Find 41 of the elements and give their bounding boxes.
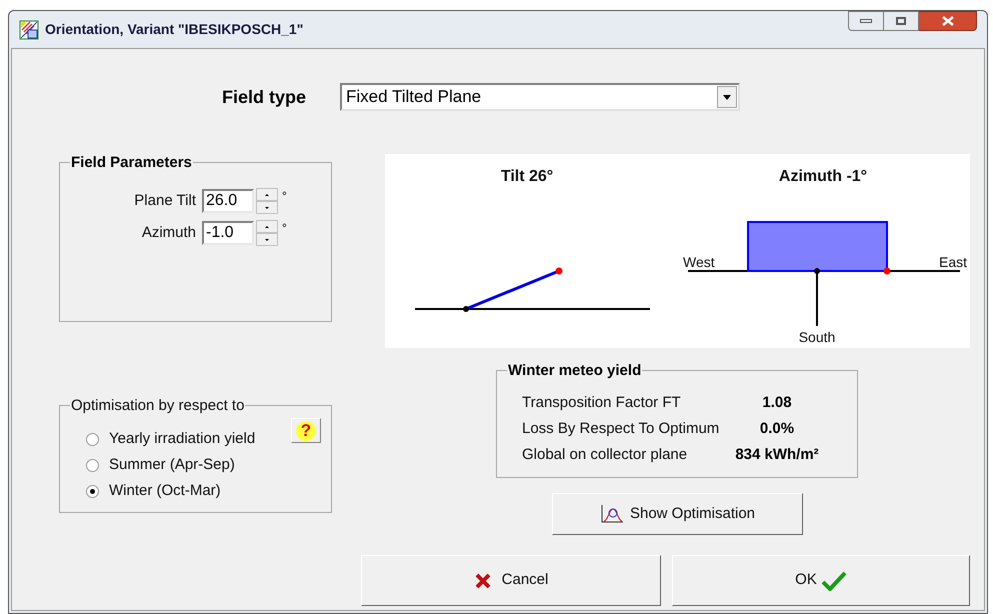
yield-label: Loss By Respect To Optimum: [522, 418, 720, 439]
radio-button[interactable]: [86, 432, 99, 446]
maximize-button[interactable]: [884, 11, 919, 31]
field-type-label: Field type: [222, 86, 308, 109]
degree-unit: °: [282, 188, 287, 205]
yield-label: Global on collector plane: [522, 444, 688, 465]
cancel-button[interactable]: Cancel: [361, 555, 661, 606]
param-label: Plane Tilt: [133, 190, 197, 211]
close-icon: [942, 16, 954, 26]
window-title: Orientation, Variant "IBESIKPOSCH_1": [45, 20, 304, 39]
cross-icon: [474, 572, 492, 590]
radio-button[interactable]: [86, 484, 99, 498]
help-button[interactable]: ?: [291, 418, 321, 443]
yield-label: Transposition Factor FT: [522, 392, 682, 413]
tilt-title: Tilt 26°: [500, 168, 554, 185]
show-optimisation-button[interactable]: Show Optimisation: [552, 493, 803, 535]
yield-value: 1.08: [761, 392, 793, 413]
group-title: Winter meteo yield: [507, 362, 642, 380]
east-label: East: [938, 254, 967, 270]
field-type-dropdown[interactable]: Fixed Tilted Plane: [340, 83, 740, 111]
west-label: West: [683, 254, 715, 270]
param-label: Azimuth: [140, 222, 197, 243]
radio-label[interactable]: Summer (Apr-Sep): [109, 454, 235, 476]
radio-label[interactable]: Yearly irradiation yield: [109, 428, 256, 450]
chart-icon: [600, 504, 624, 524]
minimize-button[interactable]: [848, 11, 884, 31]
checkmark-icon: [820, 570, 847, 590]
number-field[interactable]: -1.0: [202, 221, 254, 245]
number-field[interactable]: 26.0: [202, 189, 254, 213]
south-label: South: [798, 329, 836, 345]
yield-value: 0.0%: [758, 418, 796, 439]
azimuth-title: Azimuth -1°: [778, 168, 868, 185]
group-title: Optimisation by respect to: [70, 397, 246, 415]
radio-button[interactable]: [86, 458, 99, 472]
yield-value: 834 kWh/m²: [734, 444, 820, 465]
radio-label[interactable]: Winter (Oct-Mar): [109, 480, 221, 502]
dropdown-arrow-icon: [723, 94, 731, 100]
degree-unit: °: [282, 220, 287, 237]
close-button[interactable]: [919, 11, 977, 31]
ok-button[interactable]: OK: [672, 555, 970, 606]
app-icon: [19, 20, 39, 40]
